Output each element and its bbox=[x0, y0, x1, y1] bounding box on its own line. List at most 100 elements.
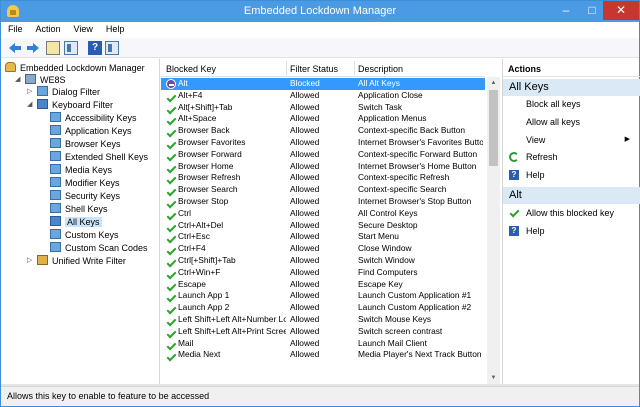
cell-filter-status: Allowed bbox=[290, 290, 320, 301]
table-row[interactable]: Left Shift+Left Alt+Print Screen Allowed S… bbox=[161, 326, 485, 338]
status-bar: Allows this key to enable to feature to … bbox=[1, 386, 639, 406]
table-row[interactable]: Browser Forward Allowed Context-specific F… bbox=[161, 149, 485, 161]
table-row[interactable]: Ctrl+Esc Allowed Start Menu bbox=[161, 231, 485, 243]
key-category-icon bbox=[50, 164, 61, 174]
tree-item-custom-scan-codes[interactable]: Custom Scan Codes bbox=[50, 242, 148, 254]
up-folder-icon[interactable] bbox=[46, 41, 60, 55]
allowed-check-icon bbox=[166, 150, 176, 160]
cell-filter-status: Allowed bbox=[290, 313, 320, 324]
table-row[interactable]: Browser Back Allowed Context-specific Back… bbox=[161, 125, 485, 137]
tree-item-browser-keys[interactable]: Browser Keys bbox=[50, 138, 121, 150]
tree-item-accessibility-keys[interactable]: Accessibility Keys bbox=[50, 112, 137, 124]
help-icon[interactable]: ? bbox=[88, 41, 102, 55]
close-button[interactable]: ✕ bbox=[603, 1, 639, 20]
minimize-button[interactable]: – bbox=[553, 1, 579, 20]
column-blocked-key[interactable]: Blocked Key bbox=[166, 64, 216, 74]
table-row[interactable]: Browser Refresh Allowed Context-specific R… bbox=[161, 172, 485, 184]
table-row[interactable]: Alt+Space Allowed Application Menus bbox=[161, 113, 485, 125]
cell-blocked-key: Alt[+Shift]+Tab bbox=[178, 101, 233, 112]
table-row[interactable]: Ctrl+Win+F Allowed Find Computers bbox=[161, 267, 485, 279]
table-row[interactable]: Alt[+Shift]+Tab Allowed Switch Task bbox=[161, 102, 485, 114]
show-hide-action-pane-icon[interactable] bbox=[105, 41, 119, 55]
key-category-icon bbox=[50, 190, 61, 200]
tree-item-media-keys[interactable]: Media Keys bbox=[50, 164, 112, 176]
column-description[interactable]: Description bbox=[358, 64, 403, 74]
cell-blocked-key: Escape bbox=[178, 278, 206, 289]
cell-blocked-key: Ctrl+Alt+Del bbox=[178, 219, 224, 230]
menu-file[interactable]: File bbox=[1, 22, 29, 34]
list-vertical-scrollbar[interactable]: ▲ ▼ bbox=[487, 77, 500, 384]
table-row[interactable]: Launch App 1 Allowed Launch Custom Applica… bbox=[161, 290, 485, 302]
title-bar[interactable]: Embedded Lockdown Manager – □ ✕ bbox=[1, 1, 639, 22]
actions-group-all-keys[interactable]: All Keys bbox=[503, 79, 640, 96]
expander-open-icon[interactable]: ◢ bbox=[15, 75, 20, 83]
action-allow-all-keys[interactable]: Allow all keys bbox=[503, 114, 640, 130]
table-row[interactable]: Mail Allowed Launch Mail Client bbox=[161, 338, 485, 350]
show-hide-tree-icon[interactable] bbox=[64, 41, 78, 55]
action-allow-this-blocked-key[interactable]: Allow this blocked key bbox=[503, 205, 640, 221]
help-icon: ? bbox=[509, 170, 519, 180]
table-row[interactable]: Ctrl+Alt+Del Allowed Secure Desktop bbox=[161, 220, 485, 232]
action-help-alt[interactable]: ? Help bbox=[503, 223, 640, 239]
table-row[interactable]: Left Shift+Left Alt+Number Lo... Allowed S… bbox=[161, 314, 485, 326]
cell-blocked-key: Ctrl+Win+F bbox=[178, 266, 221, 277]
back-arrow-icon[interactable] bbox=[8, 41, 22, 55]
column-separator[interactable] bbox=[286, 61, 287, 75]
table-row[interactable]: Browser Stop Allowed Internet Browser's St… bbox=[161, 196, 485, 208]
action-view[interactable]: View ▶ bbox=[503, 132, 640, 148]
column-filter-status[interactable]: Filter Status bbox=[290, 64, 338, 74]
tree-device[interactable]: WE8S bbox=[25, 74, 66, 86]
action-refresh[interactable]: Refresh bbox=[503, 149, 640, 165]
tree-item-shell-keys[interactable]: Shell Keys bbox=[50, 203, 108, 215]
cell-description: Context-specific Search bbox=[358, 184, 447, 195]
menu-help[interactable]: Help bbox=[99, 22, 131, 34]
allowed-check-icon bbox=[166, 232, 176, 242]
expander-open-icon[interactable]: ◢ bbox=[27, 100, 32, 108]
table-row[interactable]: Browser Favorites Allowed Internet Browser… bbox=[161, 137, 485, 149]
actions-group-alt[interactable]: Alt bbox=[503, 187, 640, 204]
scroll-up-arrow-icon[interactable]: ▲ bbox=[487, 77, 500, 89]
cell-filter-status: Allowed bbox=[290, 125, 320, 136]
allowed-check-icon bbox=[166, 114, 176, 124]
maximize-button[interactable]: □ bbox=[579, 1, 605, 20]
tree-dialog-filter[interactable]: Dialog Filter bbox=[37, 86, 100, 98]
submenu-arrow-icon: ▶ bbox=[624, 136, 630, 143]
column-separator[interactable] bbox=[354, 61, 355, 75]
table-row[interactable]: Ctrl[+Shift]+Tab Allowed Switch Window bbox=[161, 255, 485, 267]
expander-closed-icon[interactable]: ▷ bbox=[27, 256, 32, 264]
table-row[interactable]: Alt+F4 Allowed Application Close bbox=[161, 90, 485, 102]
cell-blocked-key: Ctrl[+Shift]+Tab bbox=[178, 254, 236, 265]
expander-closed-icon[interactable]: ▷ bbox=[27, 87, 32, 95]
scroll-thumb[interactable] bbox=[489, 90, 498, 166]
blocked-icon bbox=[166, 79, 176, 89]
tree-item-all-keys[interactable]: All Keys bbox=[50, 216, 102, 228]
cell-blocked-key: Browser Back bbox=[178, 125, 230, 136]
menu-action[interactable]: Action bbox=[29, 22, 67, 34]
action-block-all-keys[interactable]: Block all keys bbox=[503, 96, 640, 112]
scroll-down-arrow-icon[interactable]: ▼ bbox=[487, 372, 500, 384]
tree-root[interactable]: Embedded Lockdown Manager bbox=[5, 62, 145, 74]
allowed-check-icon bbox=[166, 138, 176, 148]
tree-item-security-keys[interactable]: Security Keys bbox=[50, 190, 120, 202]
tree-item-modifier-keys[interactable]: Modifier Keys bbox=[50, 177, 120, 189]
cell-filter-status: Allowed bbox=[290, 195, 320, 206]
table-row[interactable]: Media Next Allowed Media Player's Next Tra… bbox=[161, 349, 485, 361]
table-row[interactable]: Ctrl+F4 Allowed Close Window bbox=[161, 243, 485, 255]
tree-item-application-keys[interactable]: Application Keys bbox=[50, 125, 132, 137]
action-help[interactable]: ? Help bbox=[503, 167, 640, 183]
table-row[interactable]: Browser Home Allowed Internet Browser's Ho… bbox=[161, 161, 485, 173]
write-filter-icon bbox=[37, 255, 48, 265]
table-row[interactable]: Browser Search Allowed Context-specific Se… bbox=[161, 184, 485, 196]
key-category-icon bbox=[50, 151, 61, 161]
keyboard-filter-icon bbox=[37, 99, 48, 109]
tree-keyboard-filter[interactable]: Keyboard Filter bbox=[37, 99, 113, 111]
tree-item-extended-shell-keys[interactable]: Extended Shell Keys bbox=[50, 151, 148, 163]
table-row[interactable]: Escape Allowed Escape Key bbox=[161, 279, 485, 291]
table-row[interactable]: Alt Blocked All Alt Keys bbox=[161, 78, 485, 90]
forward-arrow-icon[interactable] bbox=[26, 41, 40, 55]
menu-view[interactable]: View bbox=[67, 22, 99, 34]
table-row[interactable]: Launch App 2 Allowed Launch Custom Applica… bbox=[161, 302, 485, 314]
tree-item-custom-keys[interactable]: Custom Keys bbox=[50, 229, 119, 241]
table-row[interactable]: Ctrl Allowed All Control Keys bbox=[161, 208, 485, 220]
tree-unified-write-filter[interactable]: Unified Write Filter bbox=[37, 255, 126, 267]
